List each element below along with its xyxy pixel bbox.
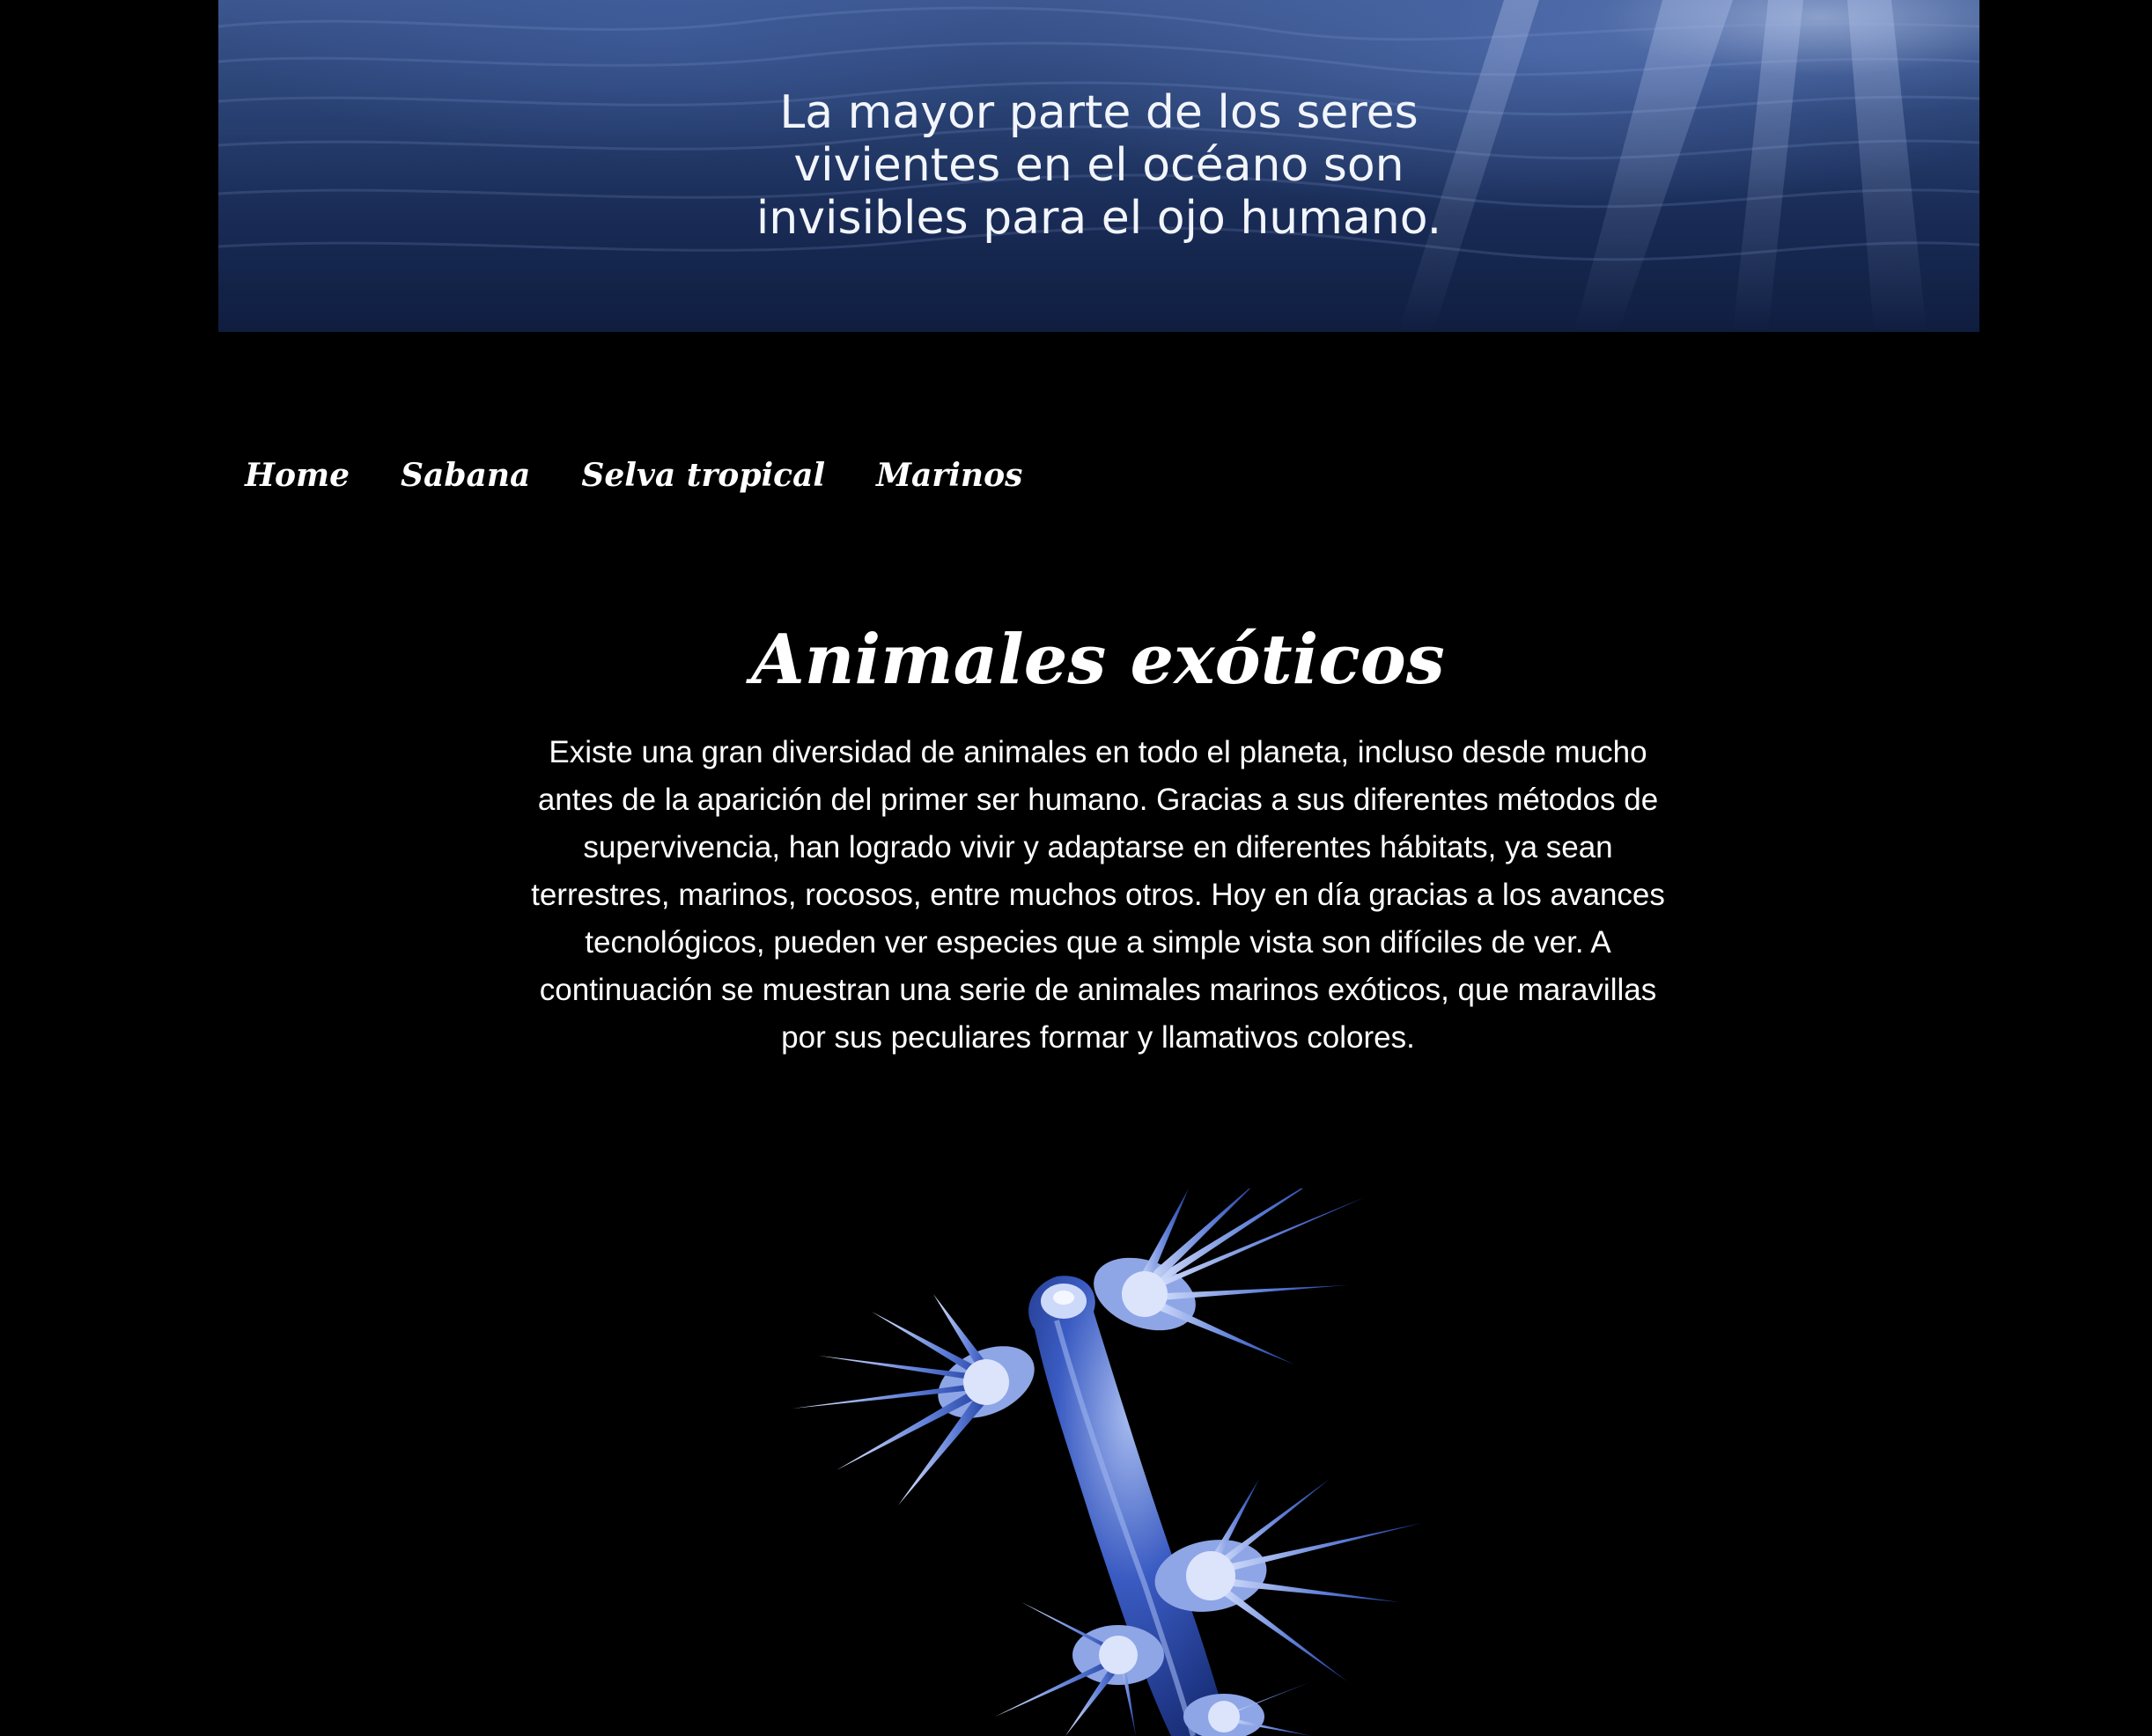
page-title: Animales exóticos [751, 620, 1445, 700]
main-navigation: Home Sabana Selva tropical Marinos [245, 451, 1022, 500]
nav-link-marinos[interactable]: Marinos [876, 451, 1022, 500]
blue-sea-slug-image [792, 1188, 1422, 1736]
banner-quote: La mayor parte de los seres vivientes en… [218, 86, 1979, 245]
banner-quote-line: vivientes en el océano son [793, 139, 1404, 192]
banner-quote-line: invisibles para el ojo humano. [755, 192, 1442, 245]
nav-link-home[interactable]: Home [245, 451, 350, 500]
ocean-banner: La mayor parte de los seres vivientes en… [218, 0, 1979, 332]
page: La mayor parte de los seres vivientes en… [0, 0, 2152, 1736]
nav-link-selva-tropical[interactable]: Selva tropical [581, 451, 825, 500]
banner-quote-line: La mayor parte de los seres [779, 86, 1419, 139]
intro-paragraph: Existe una gran diversidad de animales e… [531, 735, 1665, 1055]
nav-link-sabana[interactable]: Sabana [401, 451, 530, 500]
